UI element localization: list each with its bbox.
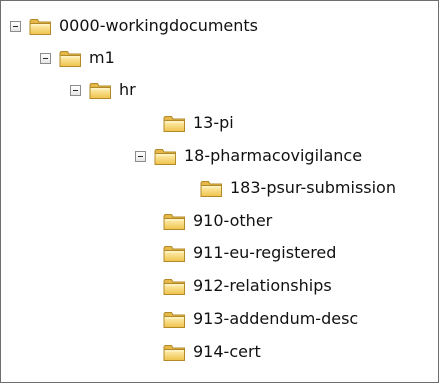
tree-node-m1[interactable]: m1	[40, 42, 115, 74]
tree-node-label: 18-pharmacovigilance	[184, 146, 363, 165]
tree-node-label: 910-other	[193, 211, 273, 230]
folder-icon	[154, 147, 177, 166]
collapse-icon[interactable]	[70, 84, 81, 96]
tree-node-label: 0000-workingdocuments	[59, 16, 259, 35]
folder-icon	[163, 212, 186, 231]
collapse-icon[interactable]	[135, 150, 146, 162]
tree-node-label: 13-pi	[193, 113, 234, 132]
tree-node-911-eu-registered[interactable]: 911-eu-registered	[163, 237, 336, 269]
tree-node-label: 912-relationships	[193, 276, 332, 295]
folder-tree: 0000-workingdocuments m1 hr 13-pi 18-pha…	[0, 0, 439, 383]
folder-icon	[163, 310, 186, 329]
tree-node-910-other[interactable]: 910-other	[163, 205, 272, 237]
tree-node-hr[interactable]: hr	[70, 74, 136, 106]
folder-icon	[163, 114, 186, 133]
tree-node-183-psur-submission[interactable]: 183-psur-submission	[200, 172, 396, 204]
folder-icon	[163, 244, 186, 263]
tree-node-label: 911-eu-registered	[193, 243, 337, 262]
folder-icon	[29, 17, 52, 36]
folder-icon	[163, 343, 186, 362]
tree-node-912-relationships[interactable]: 912-relationships	[163, 270, 332, 302]
tree-node-label: hr	[119, 80, 136, 99]
folder-icon	[59, 49, 82, 68]
tree-node-18-pharmacovigilance[interactable]: 18-pharmacovigilance	[135, 140, 362, 172]
tree-node-label: 914-cert	[193, 342, 261, 361]
tree-node-914-cert[interactable]: 914-cert	[163, 336, 261, 368]
folder-icon	[89, 81, 112, 100]
tree-node-label: m1	[89, 48, 115, 67]
tree-node-label: 913-addendum-desc	[193, 309, 359, 328]
collapse-icon[interactable]	[40, 52, 51, 64]
collapse-icon[interactable]	[10, 20, 21, 32]
tree-node-913-addendum-desc[interactable]: 913-addendum-desc	[163, 303, 358, 335]
tree-node-0000-workingdocuments[interactable]: 0000-workingdocuments	[10, 10, 258, 42]
tree-node-label: 183-psur-submission	[230, 178, 396, 197]
folder-icon	[200, 179, 223, 198]
tree-node-13-pi[interactable]: 13-pi	[163, 107, 234, 139]
folder-icon	[163, 277, 186, 296]
